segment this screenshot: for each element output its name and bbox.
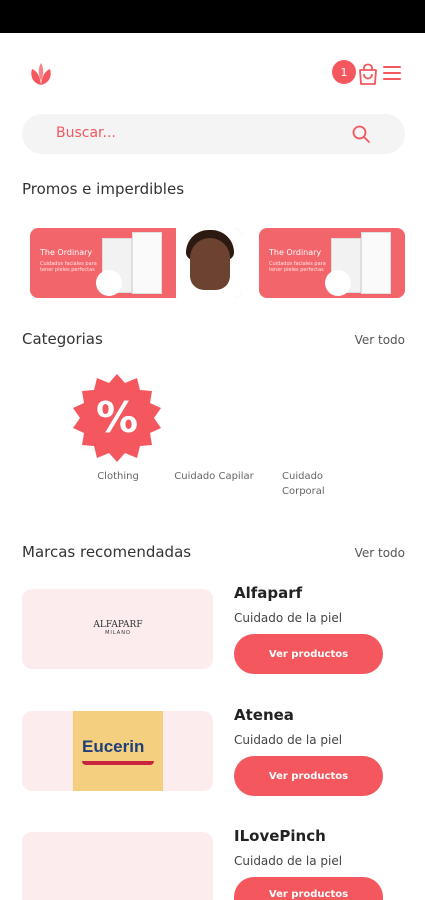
search-bar[interactable]: Buscar... <box>22 114 405 154</box>
brand-subtitle: Cuidado de la piel <box>234 611 343 625</box>
brands-title: Marcas recomendadas <box>22 543 192 561</box>
brand-name: ILovePinch <box>234 827 326 845</box>
svg-text:%: % <box>96 393 138 442</box>
brand-logo-card[interactable] <box>22 832 213 900</box>
promo-brand: The Ordinary <box>40 248 93 257</box>
status-bar <box>0 0 425 33</box>
app-header: 1 <box>0 33 425 113</box>
model-photo <box>190 238 230 290</box>
alfaparf-logo: ALFAPARF MILANO <box>93 620 143 636</box>
product-box-image <box>132 232 162 294</box>
product-bottle-image <box>96 270 122 296</box>
view-products-button[interactable]: Ver productos <box>234 877 383 900</box>
view-products-button[interactable]: Ver productos <box>234 756 383 796</box>
leaf-logo-icon[interactable] <box>28 61 54 87</box>
promo-tagline: Cuidados faciales para tener pieles perf… <box>269 261 326 273</box>
brand-name: Alfaparf <box>234 584 303 602</box>
search-input[interactable]: Buscar... <box>56 125 116 141</box>
search-icon[interactable] <box>351 124 371 144</box>
promo-banner[interactable]: The Ordinary Cuidados faciales para tene… <box>30 228 242 298</box>
promo-banner[interactable]: The Ordinary Cuidados faciales para tene… <box>259 228 405 298</box>
brands-see-all-link[interactable]: Ver todo <box>355 546 405 560</box>
categories-title: Categorias <box>22 330 103 348</box>
eucerin-logo: Eucerin <box>73 711 163 791</box>
brand-logo-card[interactable]: Eucerin <box>22 711 213 791</box>
promo-tagline: Cuidados faciales para tener pieles perf… <box>40 261 97 273</box>
brand-logo-card[interactable]: ALFAPARF MILANO <box>22 589 213 669</box>
brand-name: Atenea <box>234 706 294 724</box>
category-label[interactable]: Cuidado Corporal <box>282 469 338 499</box>
view-products-button[interactable]: Ver productos <box>234 634 383 674</box>
menu-icon[interactable] <box>383 66 403 84</box>
brand-subtitle: Cuidado de la piel <box>234 854 343 868</box>
categories-see-all-link[interactable]: Ver todo <box>355 333 405 347</box>
cart-count-badge: 1 <box>332 60 356 84</box>
cart-icon[interactable] <box>356 63 380 87</box>
percent-badge-icon[interactable]: % <box>68 372 166 470</box>
category-label[interactable]: Cuidado Capilar <box>166 469 262 484</box>
promos-title: Promos e imperdibles <box>22 180 185 198</box>
promo-brand: The Ordinary <box>269 248 322 257</box>
product-box-image <box>361 232 391 294</box>
product-bottle-image <box>325 270 351 296</box>
category-label[interactable]: Clothing <box>88 469 148 484</box>
brand-subtitle: Cuidado de la piel <box>234 733 343 747</box>
